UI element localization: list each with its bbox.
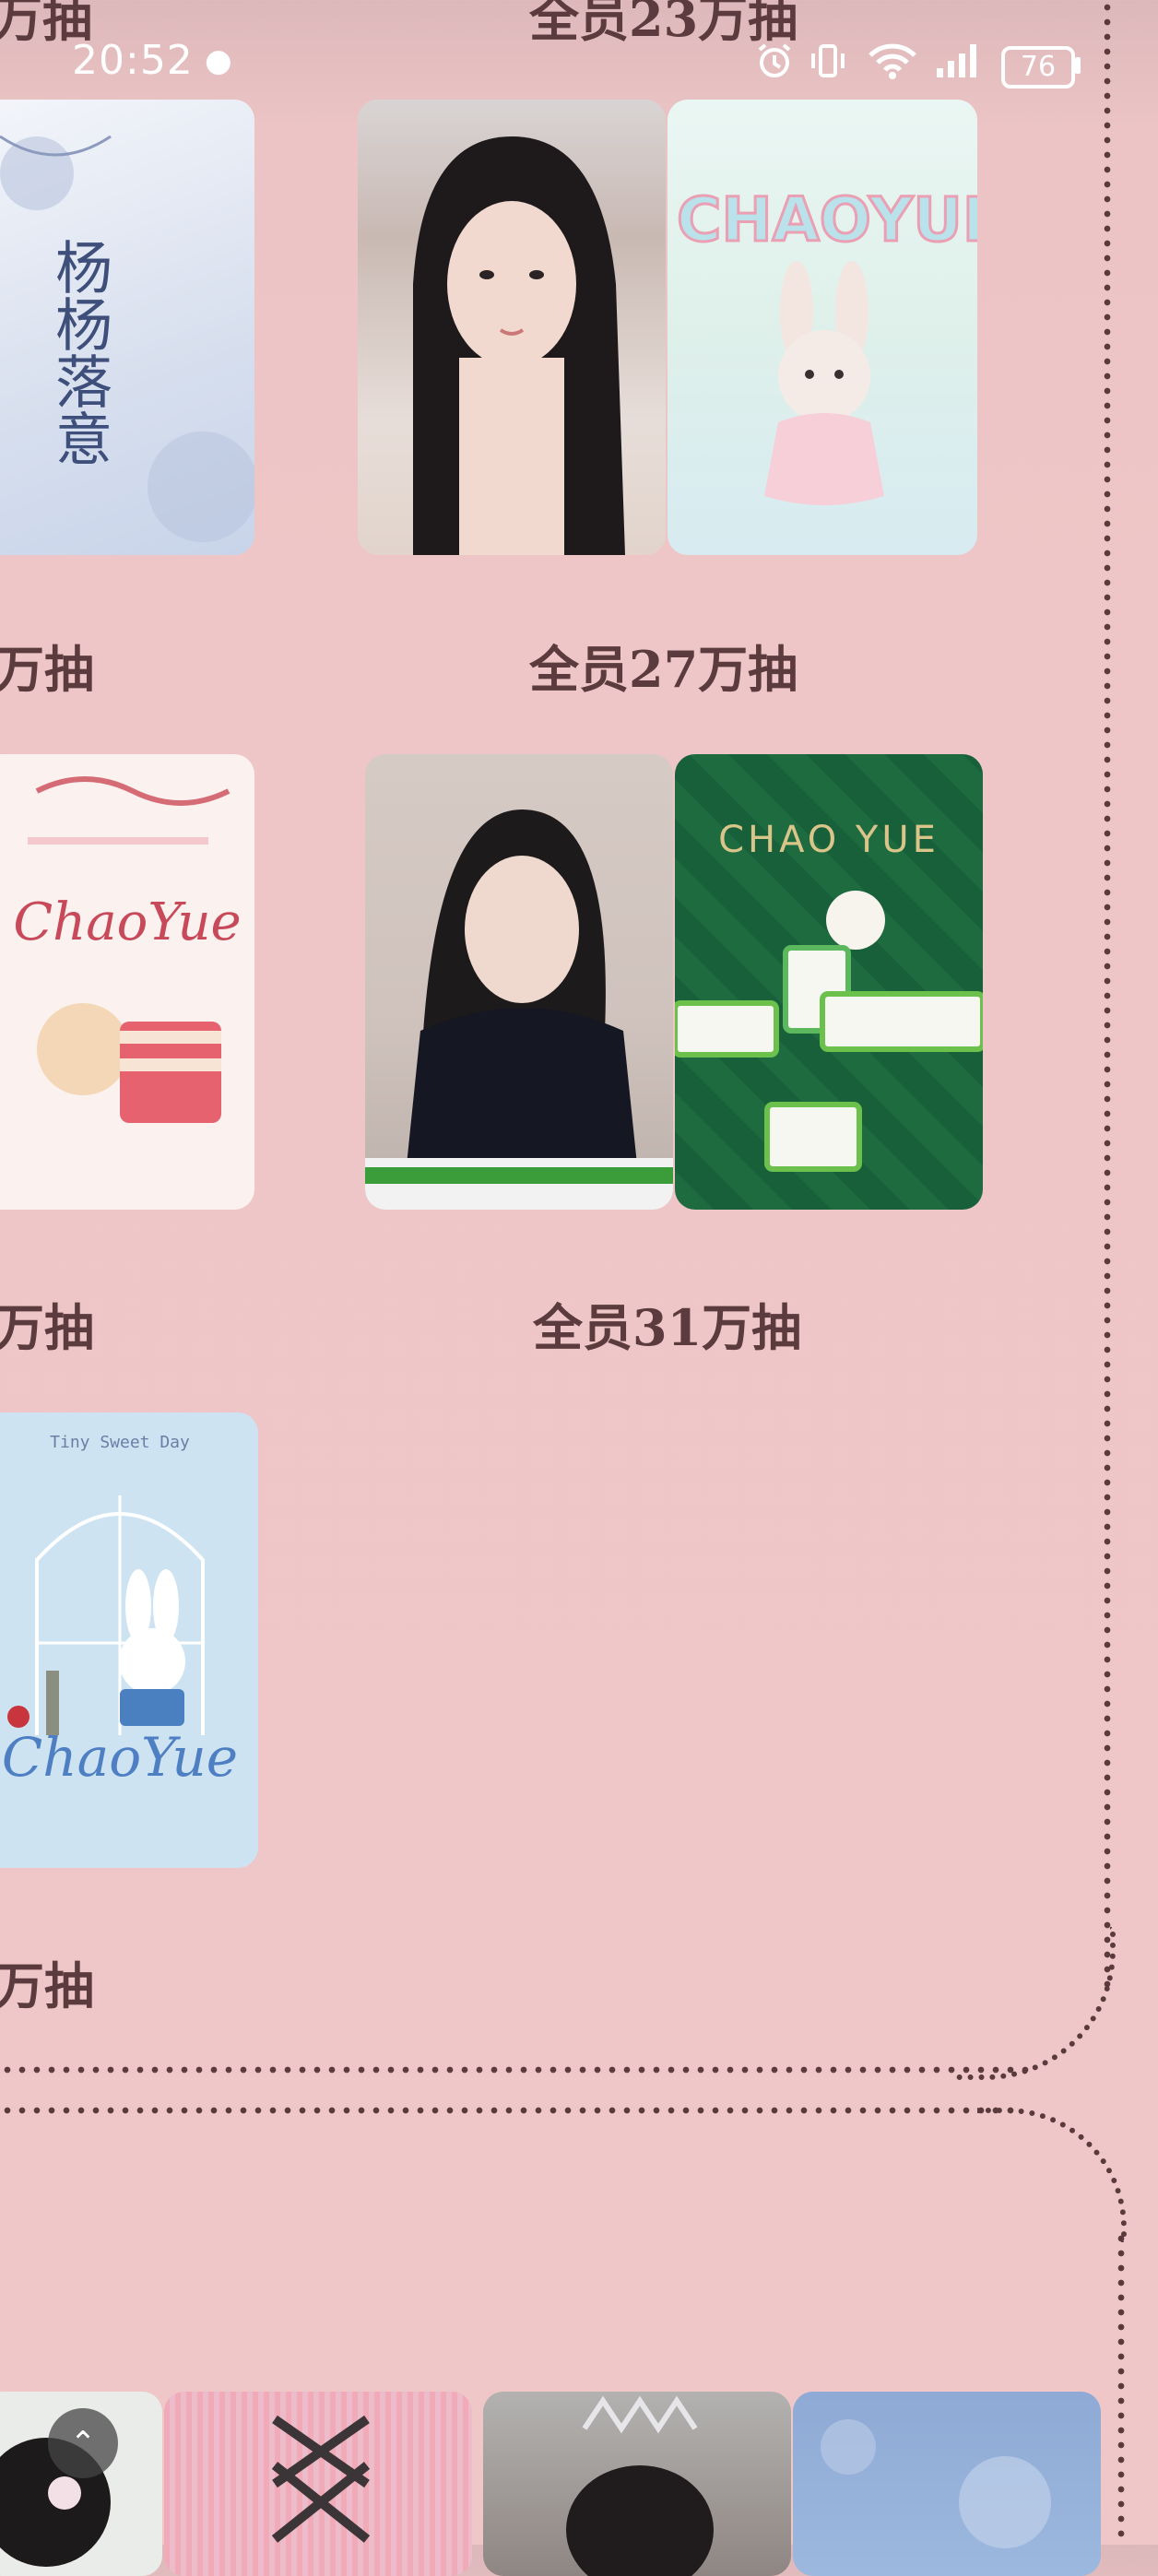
card-row1-left[interactable]: 杨杨落意 (0, 100, 254, 555)
caption-top-left: 万抽 (0, 0, 92, 48)
next-section-border-corner (977, 2108, 1127, 2242)
card-row2-right[interactable]: CHAO YUE (675, 754, 983, 1210)
floral-card-art (821, 2419, 1051, 2548)
card-row2-left[interactable]: ChaoYue (0, 754, 254, 1210)
bunny-plush-icon (764, 261, 884, 505)
card-bottom-3[interactable] (483, 2392, 791, 2576)
portrait-photo-2 (365, 809, 673, 1210)
wifi-icon (867, 41, 918, 89)
caption-row3-left: 万抽 (0, 1956, 94, 2015)
card-row2-left-art (28, 776, 230, 1123)
signal-icon (935, 41, 983, 89)
caption-row1-left: 万抽 (0, 640, 94, 699)
card-row2-left-title: ChaoYue (13, 892, 242, 952)
card-row1-photo[interactable] (358, 100, 666, 555)
caption-row2-left: 万抽 (0, 1298, 94, 1357)
scroll-up-button[interactable]: ⌃ (48, 2408, 118, 2478)
battery-icon: 76 (1001, 46, 1075, 89)
caption-row1-right: 全员27万抽 (529, 640, 798, 699)
card-row2-photo[interactable] (365, 754, 673, 1210)
ribbon-lace-icon (271, 2415, 371, 2543)
next-section-border-right (1116, 2231, 1127, 2545)
card-row3-left[interactable]: Tiny Sweet Day ChaoYue (0, 1412, 258, 1868)
card-row1-right[interactable]: CHAOYUE (668, 100, 977, 555)
bunny-reading-icon (7, 1495, 205, 1735)
mahjong-tiles-icon (675, 891, 983, 1172)
battery-tip (1075, 57, 1081, 74)
portrait-photo-1 (413, 136, 625, 555)
notification-app-icon: ● (205, 42, 232, 79)
portrait-photo-4 (566, 2395, 714, 2576)
caption-row2-right: 全员31万抽 (533, 1298, 802, 1357)
vibrate-icon (808, 41, 848, 89)
card-row2-right-title: CHAO YUE (718, 819, 939, 861)
card-row3-left-subtitle: Tiny Sweet Day (50, 1433, 190, 1452)
section-border-bottom (0, 2064, 1033, 2075)
card-bottom-4[interactable] (793, 2392, 1101, 2576)
card-row3-left-title: ChaoYue (1, 1726, 239, 1789)
caption-top-right: 全员23万抽 (529, 0, 798, 48)
next-section-border-top (0, 2105, 1014, 2116)
section-border-corner (955, 1927, 1116, 2080)
section-border-right (1102, 0, 1113, 1991)
card-row1-right-title: CHAOYUE (676, 183, 978, 257)
card-row1-left-title: 杨杨落意 (45, 238, 112, 467)
card-bottom-2[interactable] (164, 2392, 472, 2576)
